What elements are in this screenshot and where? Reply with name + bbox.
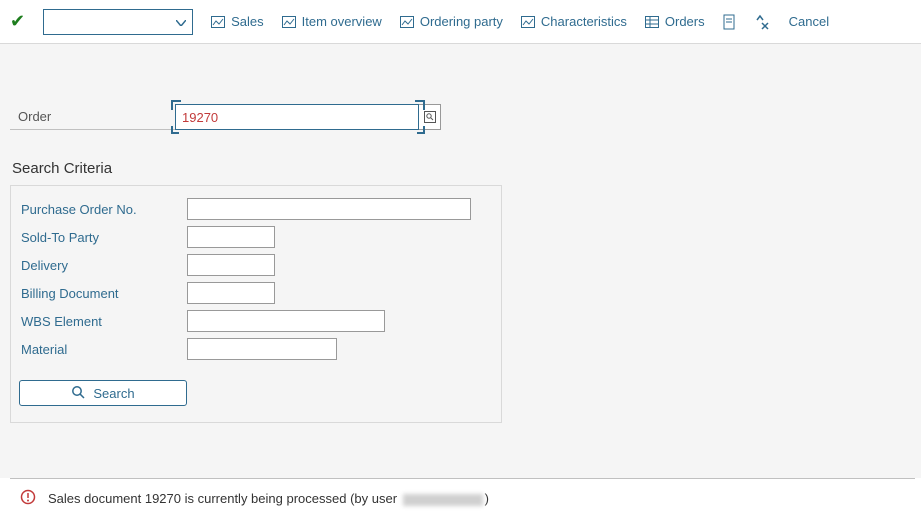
search-button[interactable]: Search — [19, 380, 187, 406]
status-text: Sales document 19270 is currently being … — [48, 491, 489, 506]
redacted-user — [403, 494, 483, 506]
criteria-header: Search Criteria — [10, 160, 911, 177]
toolbar-item-overview[interactable]: Item overview — [282, 14, 382, 29]
toolbar-sales[interactable]: Sales — [211, 14, 264, 29]
criteria-input[interactable] — [187, 198, 471, 220]
toolbar: ✔ Sales Item overview Ordering party Cha… — [0, 0, 921, 44]
warning-icon — [20, 489, 36, 508]
command-combo[interactable] — [43, 9, 193, 35]
toolbar-item-label: Characteristics — [541, 14, 627, 29]
toolbar-orders[interactable]: Orders — [645, 14, 705, 29]
image-icon — [521, 15, 535, 29]
criteria-row: Sold-To Party — [19, 226, 493, 248]
search-icon — [71, 385, 85, 402]
toolbar-ordering-party[interactable]: Ordering party — [400, 14, 503, 29]
criteria-row: Delivery — [19, 254, 493, 276]
criteria-row: WBS Element — [19, 310, 493, 332]
toolbar-item-label: Ordering party — [420, 14, 503, 29]
criteria-input[interactable] — [187, 310, 385, 332]
toolbar-item-label: Item overview — [302, 14, 382, 29]
order-input-wrap — [175, 104, 441, 130]
criteria-label: Sold-To Party — [19, 230, 187, 245]
image-icon — [282, 15, 296, 29]
order-row: Order — [10, 104, 911, 130]
table-icon — [645, 15, 659, 29]
image-icon — [400, 15, 414, 29]
criteria-row: Purchase Order No. — [19, 198, 493, 220]
criteria-row: Material — [19, 338, 493, 360]
criteria-input[interactable] — [187, 254, 275, 276]
criteria-row: Billing Document — [19, 282, 493, 304]
toolbar-characteristics[interactable]: Characteristics — [521, 14, 627, 29]
cancel-button[interactable]: Cancel — [789, 14, 829, 29]
search-help-icon — [424, 111, 436, 123]
document-icon[interactable] — [723, 14, 737, 30]
order-input[interactable] — [175, 104, 419, 130]
criteria-label: WBS Element — [19, 314, 187, 329]
chevron-down-icon — [176, 14, 186, 29]
criteria-box: Purchase Order No. Sold-To Party Delivery B… — [10, 185, 502, 423]
toolbar-item-label: Orders — [665, 14, 705, 29]
criteria-input[interactable] — [187, 226, 275, 248]
cancel-process-icon[interactable] — [755, 14, 771, 30]
criteria-label: Billing Document — [19, 286, 187, 301]
criteria-input[interactable] — [187, 338, 337, 360]
order-label: Order — [10, 104, 175, 130]
criteria-label: Delivery — [19, 258, 187, 273]
image-icon — [211, 15, 225, 29]
accept-icon[interactable]: ✔ — [10, 11, 25, 32]
content-area: Order Search Criteria Purchase Order No.… — [0, 44, 921, 478]
criteria-input[interactable] — [187, 282, 275, 304]
search-button-label: Search — [93, 386, 134, 401]
toolbar-item-label: Sales — [231, 14, 264, 29]
criteria-label: Material — [19, 342, 187, 357]
criteria-label: Purchase Order No. — [19, 202, 187, 217]
status-bar: Sales document 19270 is currently being … — [10, 478, 915, 518]
